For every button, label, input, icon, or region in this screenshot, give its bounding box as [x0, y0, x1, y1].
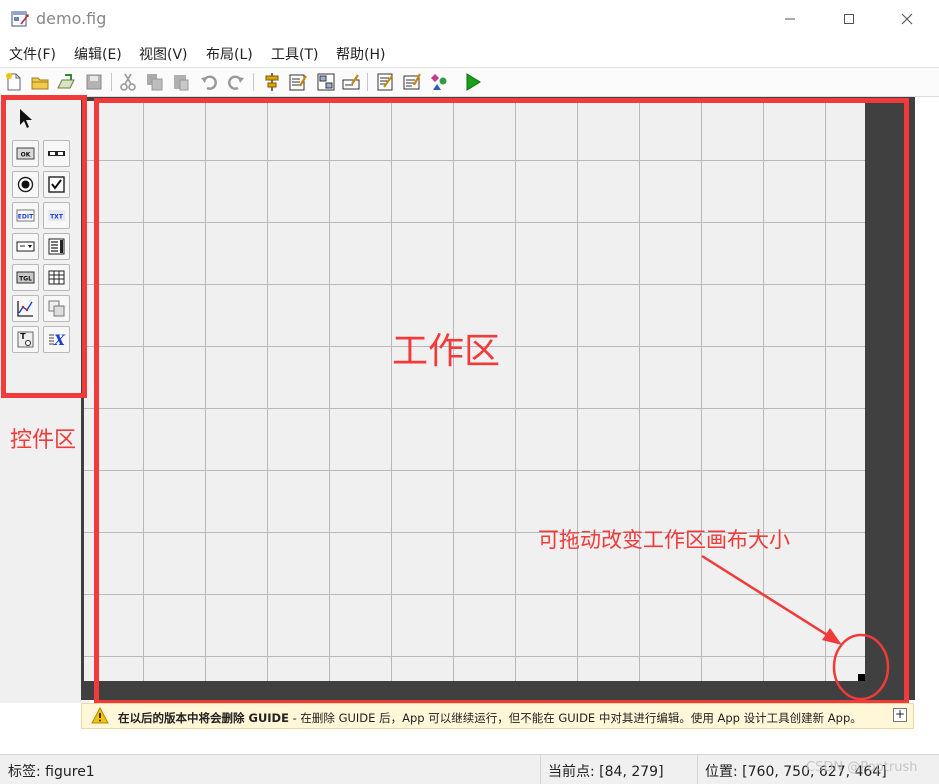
editor-button[interactable]: [375, 72, 395, 92]
palette-highlight-box: [1, 95, 87, 398]
toolbar-editor-icon: [342, 74, 360, 90]
editor-icon: [377, 73, 393, 91]
open-button[interactable]: [56, 72, 76, 92]
align-button[interactable]: [262, 72, 282, 92]
warning-title: 在以后的版本中将会删除 GUIDE: [118, 711, 289, 725]
status-bar: 标签: figure1 当前点: [84, 279] 位置: [760, 750…: [0, 754, 939, 784]
matlab-figure-icon: [10, 9, 30, 29]
menu-layout[interactable]: 布局(L): [206, 44, 253, 64]
status-tag: 标签: figure1: [8, 764, 95, 780]
menu-tools[interactable]: 工具(T): [271, 44, 318, 64]
cut-icon: [120, 73, 136, 91]
maximize-icon: [844, 14, 854, 24]
run-icon: [466, 73, 481, 91]
toolbar-separator: [367, 73, 368, 91]
redo-button[interactable]: [226, 72, 246, 92]
toolbar-editor-button[interactable]: [341, 72, 361, 92]
close-button[interactable]: [884, 4, 930, 34]
menu-edit[interactable]: 编辑(E): [74, 44, 122, 64]
new-file-icon: [6, 73, 21, 91]
palette-label: 控件区: [10, 428, 77, 453]
copy-button[interactable]: [145, 72, 165, 92]
tab-order-icon: [317, 73, 335, 91]
toolbar-separator: [253, 73, 254, 91]
toolbar-separator: [111, 73, 112, 91]
warning-icon: [91, 706, 109, 725]
minimize-icon: [785, 18, 795, 20]
workspace-label: 工作区: [392, 331, 501, 372]
deprecation-warning-bar: 在以后的版本中将会删除 GUIDE - 在删除 GUIDE 后，App 可以继续…: [81, 703, 914, 729]
redo-icon: [228, 75, 244, 90]
title-bar: demo.fig: [0, 0, 939, 38]
menu-view[interactable]: 视图(V): [139, 44, 188, 64]
expand-button[interactable]: +: [893, 708, 907, 722]
toolbar: [0, 67, 939, 97]
menu-file[interactable]: 文件(F): [9, 44, 56, 64]
paste-icon: [174, 75, 189, 91]
copy-icon: [147, 74, 163, 91]
menu-help[interactable]: 帮助(H): [336, 44, 385, 64]
status-separator: [540, 755, 541, 784]
maximize-button[interactable]: [826, 4, 872, 34]
warning-detail: - 在删除 GUIDE 后，App 可以继续运行，但不能在 GUIDE 中对其进…: [288, 711, 862, 725]
open-icon: [57, 74, 75, 89]
tab-order-button[interactable]: [316, 72, 336, 92]
resize-hint-label: 可拖动改变工作区画布大小: [538, 528, 790, 552]
property-inspector-icon: [403, 73, 421, 90]
open-folder-button[interactable]: [30, 72, 50, 92]
object-browser-button[interactable]: [429, 72, 449, 92]
paste-button[interactable]: [171, 72, 191, 92]
object-browser-icon: [431, 74, 447, 90]
run-button[interactable]: [463, 72, 483, 92]
watermark: CSDN @Poptrush: [806, 760, 918, 775]
minimize-button[interactable]: [767, 4, 813, 34]
status-current-point: 当前点: [84, 279]: [548, 764, 664, 780]
property-inspector-button[interactable]: [402, 72, 422, 92]
menu-bar: 文件(F) 编辑(E) 视图(V) 布局(L) 工具(T) 帮助(H): [0, 40, 939, 66]
close-icon: [901, 13, 913, 25]
menu-editor-icon: [289, 74, 307, 91]
status-separator: [697, 755, 698, 784]
new-file-button[interactable]: [4, 72, 24, 92]
save-icon: [86, 74, 102, 90]
workspace-highlight-box: [94, 98, 909, 705]
warning-message: 在以后的版本中将会删除 GUIDE - 在删除 GUIDE 后，App 可以继续…: [118, 710, 862, 726]
menu-editor-button[interactable]: [288, 72, 308, 92]
undo-icon: [201, 75, 217, 90]
window-title: demo.fig: [36, 9, 107, 28]
cut-button[interactable]: [118, 72, 138, 92]
align-icon: [265, 73, 279, 91]
open-folder-icon: [31, 77, 49, 90]
save-button[interactable]: [84, 72, 104, 92]
undo-button[interactable]: [199, 72, 219, 92]
